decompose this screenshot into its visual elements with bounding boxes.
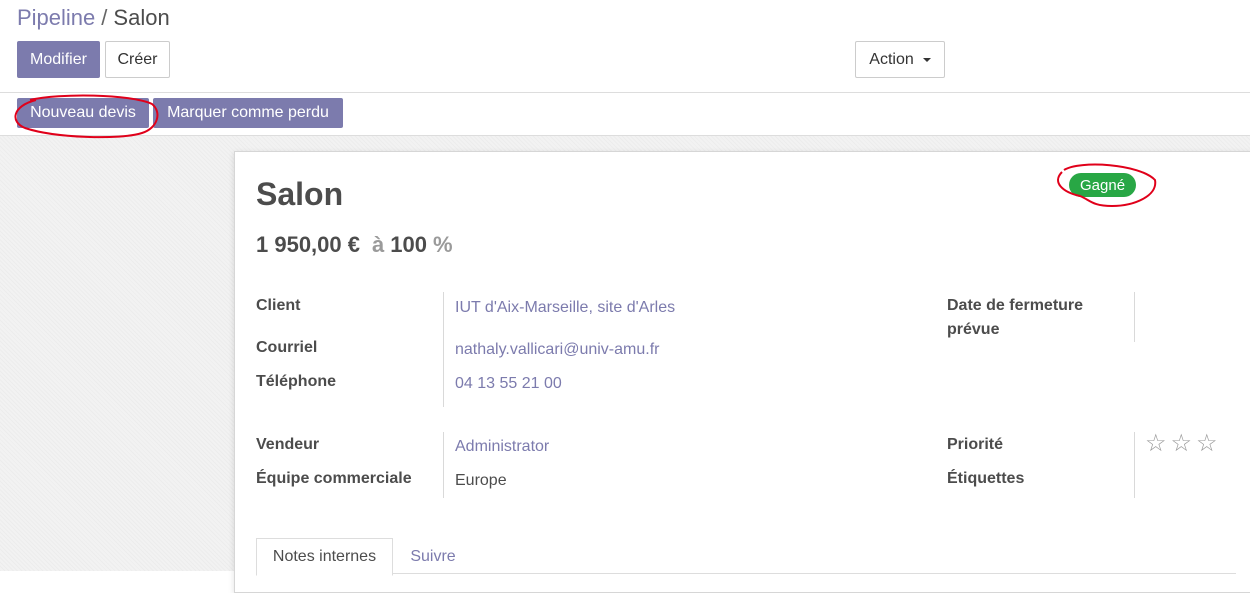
expected-revenue: 1 950,00 € à 100%	[256, 232, 453, 258]
caret-down-icon	[922, 57, 931, 62]
priority-label: Priorité	[947, 436, 1004, 453]
priority-stars: ☆ ☆ ☆	[1145, 432, 1218, 456]
close-date-label-line1: Date de fermeture	[947, 297, 1084, 314]
control-panel: Pipeline / Salon Modifier Créer Action	[0, 0, 1250, 93]
star-icon[interactable]: ☆	[1171, 432, 1193, 456]
form-sheet: Gagné Salon 1 950,00 € à 100% Client IUT d…	[234, 151, 1250, 593]
revenue-amount: 1 950,00 €	[256, 232, 360, 257]
breadcrumb: Pipeline / Salon	[17, 5, 170, 31]
client-label: Client	[256, 297, 301, 314]
breadcrumb-pipeline-link[interactable]: Pipeline	[17, 5, 95, 30]
percent-sign: %	[432, 232, 453, 257]
field-divider	[443, 432, 444, 498]
star-icon[interactable]: ☆	[1145, 432, 1167, 456]
close-date-label: Date de fermeture prévue	[947, 294, 1083, 342]
action-dropdown[interactable]: Action	[855, 41, 945, 78]
tags-label: Étiquettes	[947, 470, 1025, 487]
salesperson-label: Vendeur	[256, 436, 320, 453]
statusbar: Nouveau devis Marquer comme perdu	[0, 93, 1250, 136]
field-divider	[1134, 432, 1135, 498]
field-divider	[443, 292, 444, 407]
tab-follow[interactable]: Suivre	[405, 538, 461, 576]
probability-value: 100	[390, 232, 427, 257]
record-title: Salon	[256, 176, 344, 212]
email-value[interactable]: nathaly.vallicari@univ-amu.fr	[455, 340, 659, 360]
phone-label: Téléphone	[256, 373, 337, 390]
field-divider	[1134, 292, 1135, 342]
tabs-divider	[256, 573, 1236, 574]
sales-team-value[interactable]: Europe	[455, 471, 507, 491]
breadcrumb-separator: /	[101, 5, 108, 30]
edit-button[interactable]: Modifier	[17, 41, 100, 78]
sales-team-label: Équipe commerciale	[256, 470, 412, 487]
salesperson-value[interactable]: Administrator	[455, 437, 549, 457]
phone-value[interactable]: 04 13 55 21 00	[455, 374, 562, 394]
mark-lost-button[interactable]: Marquer comme perdu	[153, 98, 343, 128]
revenue-at: à	[371, 232, 385, 257]
action-label: Action	[869, 50, 914, 68]
email-label: Courriel	[256, 339, 318, 356]
create-button[interactable]: Créer	[105, 41, 170, 78]
close-date-label-line2: prévue	[947, 321, 1000, 338]
tab-internal-notes[interactable]: Notes internes	[256, 538, 393, 576]
new-quote-button[interactable]: Nouveau devis	[17, 98, 149, 128]
star-icon[interactable]: ☆	[1196, 432, 1218, 456]
breadcrumb-current: Salon	[113, 5, 170, 30]
won-status-badge: Gagné	[1069, 173, 1137, 197]
client-value[interactable]: IUT d'Aix-Marseille, site d'Arles	[455, 298, 675, 318]
